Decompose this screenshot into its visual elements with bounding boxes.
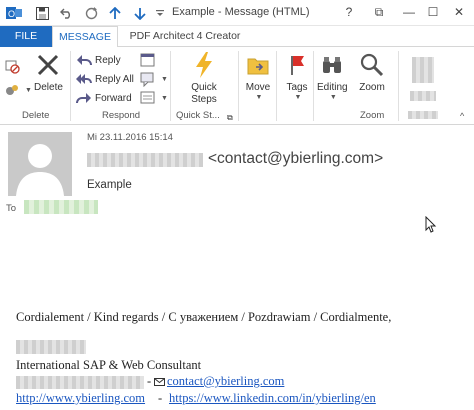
zoom-button[interactable]: Zoom (358, 51, 386, 94)
folder-move-icon (244, 51, 272, 79)
previous-item-icon[interactable] (107, 5, 123, 21)
zoom-group-label: Zoom (360, 110, 385, 121)
forward-icon (76, 90, 92, 106)
more-respond-button[interactable]: ▼ (140, 89, 168, 107)
quick-steps-label-line1: Quick (191, 82, 217, 93)
tab-pdf-architect[interactable]: PDF Architect 4 Creator (126, 26, 244, 47)
signature-phone (16, 376, 144, 389)
editing-label: Editing (317, 82, 348, 93)
separator (276, 51, 277, 121)
window-title: Example - Message (HTML) (172, 6, 310, 18)
reply-all-label: Reply All (95, 73, 134, 85)
tags-dropdown-icon: ▼ (294, 94, 302, 101)
quick-steps-label-line2: Steps (191, 94, 217, 105)
redo-icon[interactable] (83, 5, 99, 21)
editing-button[interactable]: Editing ▼ (317, 51, 348, 101)
next-item-icon[interactable] (132, 5, 148, 21)
junk-button[interactable]: ▼ (4, 81, 32, 99)
reply-button[interactable]: Reply (76, 51, 121, 69)
signature-separator: - (147, 374, 152, 388)
maximize-button[interactable]: ☐ (420, 0, 446, 24)
email-link[interactable]: contact@ybierling.com (167, 374, 284, 389)
meeting-reply-button[interactable] (140, 51, 159, 69)
delete-label: Delete (34, 82, 63, 93)
save-icon[interactable] (34, 5, 50, 21)
outlook-icon: O (6, 5, 22, 21)
im-icon (140, 71, 156, 87)
tab-file[interactable]: FILE (0, 26, 52, 47)
reply-all-button[interactable]: Reply All (76, 70, 134, 88)
to-label: To (6, 203, 17, 214)
envelope-icon (154, 377, 165, 389)
recipient[interactable] (24, 200, 98, 214)
customize-toolbar-icon[interactable] (152, 5, 168, 21)
quick-steps-launcher-icon[interactable]: ⧉ (227, 109, 233, 127)
ribbon-display-options-button[interactable]: ⧉ (366, 0, 392, 24)
quick-steps-button[interactable]: Quick Steps (186, 51, 222, 106)
ribbon-tabs: FILE MESSAGE PDF Architect 4 Creator (0, 26, 474, 48)
separator (170, 51, 171, 121)
signature-title: International SAP & Web Consultant (16, 358, 202, 372)
separator (398, 51, 399, 121)
message-subject: Example (87, 179, 132, 191)
im-reply-button[interactable]: ▼ (140, 70, 168, 88)
reply-icon (76, 52, 92, 68)
message-date: Mi 23.11.2016 15:14 (87, 132, 173, 143)
sender-name (87, 153, 203, 167)
lightning-icon (190, 51, 218, 79)
move-label: Move (245, 82, 271, 93)
separator (238, 51, 239, 121)
website-link[interactable]: http://www.ybierling.com (16, 391, 145, 406)
title-bar: O Example - Message (HTML) ? ⧉ — ☐ ✕ (0, 0, 474, 26)
move-button[interactable]: Move ▼ (244, 51, 272, 101)
delete-button[interactable]: Delete (34, 51, 63, 94)
tags-label: Tags (286, 82, 308, 93)
binoculars-icon (318, 51, 346, 79)
reply-label: Reply (95, 54, 121, 66)
linkedin-link[interactable]: https://www.linkedin.com/in/ybierling/en (169, 391, 376, 406)
help-button[interactable]: ? (336, 0, 362, 24)
link-separator: - (158, 391, 163, 405)
flag-icon (283, 51, 311, 79)
addin-label (410, 91, 436, 101)
tab-message[interactable]: MESSAGE (52, 26, 118, 48)
zoom-label: Zoom (359, 82, 385, 93)
delete-icon (34, 51, 62, 79)
addin-icon[interactable] (412, 57, 434, 83)
respond-group-label: Respond (102, 110, 141, 121)
ignore-button[interactable] (4, 57, 23, 75)
separator (313, 51, 314, 121)
tags-button[interactable]: Tags ▼ (283, 51, 311, 101)
forward-label: Forward (95, 92, 132, 104)
mouse-cursor-icon (425, 215, 437, 237)
quick-steps-group-label: Quick St... (176, 110, 220, 121)
delete-group-label: Delete (22, 110, 50, 121)
greeting-line: Cordialement / Kind regards / С уважение… (16, 310, 392, 324)
sender-avatar (8, 132, 72, 196)
signature-name (16, 340, 86, 354)
svg-text:O: O (8, 9, 15, 19)
close-button[interactable]: ✕ (446, 0, 472, 24)
junk-icon (4, 82, 20, 98)
undo-icon[interactable] (58, 5, 74, 21)
reply-all-icon (76, 71, 92, 87)
move-dropdown-icon: ▼ (255, 94, 263, 101)
magnifier-icon (358, 51, 386, 79)
calendar-icon (140, 52, 156, 68)
ignore-icon (4, 58, 20, 74)
forward-button[interactable]: Forward (76, 89, 132, 107)
more-icon (140, 90, 156, 106)
ribbon: ▼ Delete Delete Reply Reply All Forward (0, 47, 474, 125)
collapse-ribbon-icon[interactable]: ^ (460, 111, 464, 121)
sender-email[interactable]: <contact@ybierling.com> (208, 150, 383, 168)
editing-dropdown-icon: ▼ (329, 94, 337, 101)
addin-group-label (408, 111, 438, 119)
minimize-button[interactable]: — (396, 0, 422, 24)
separator (70, 51, 71, 121)
